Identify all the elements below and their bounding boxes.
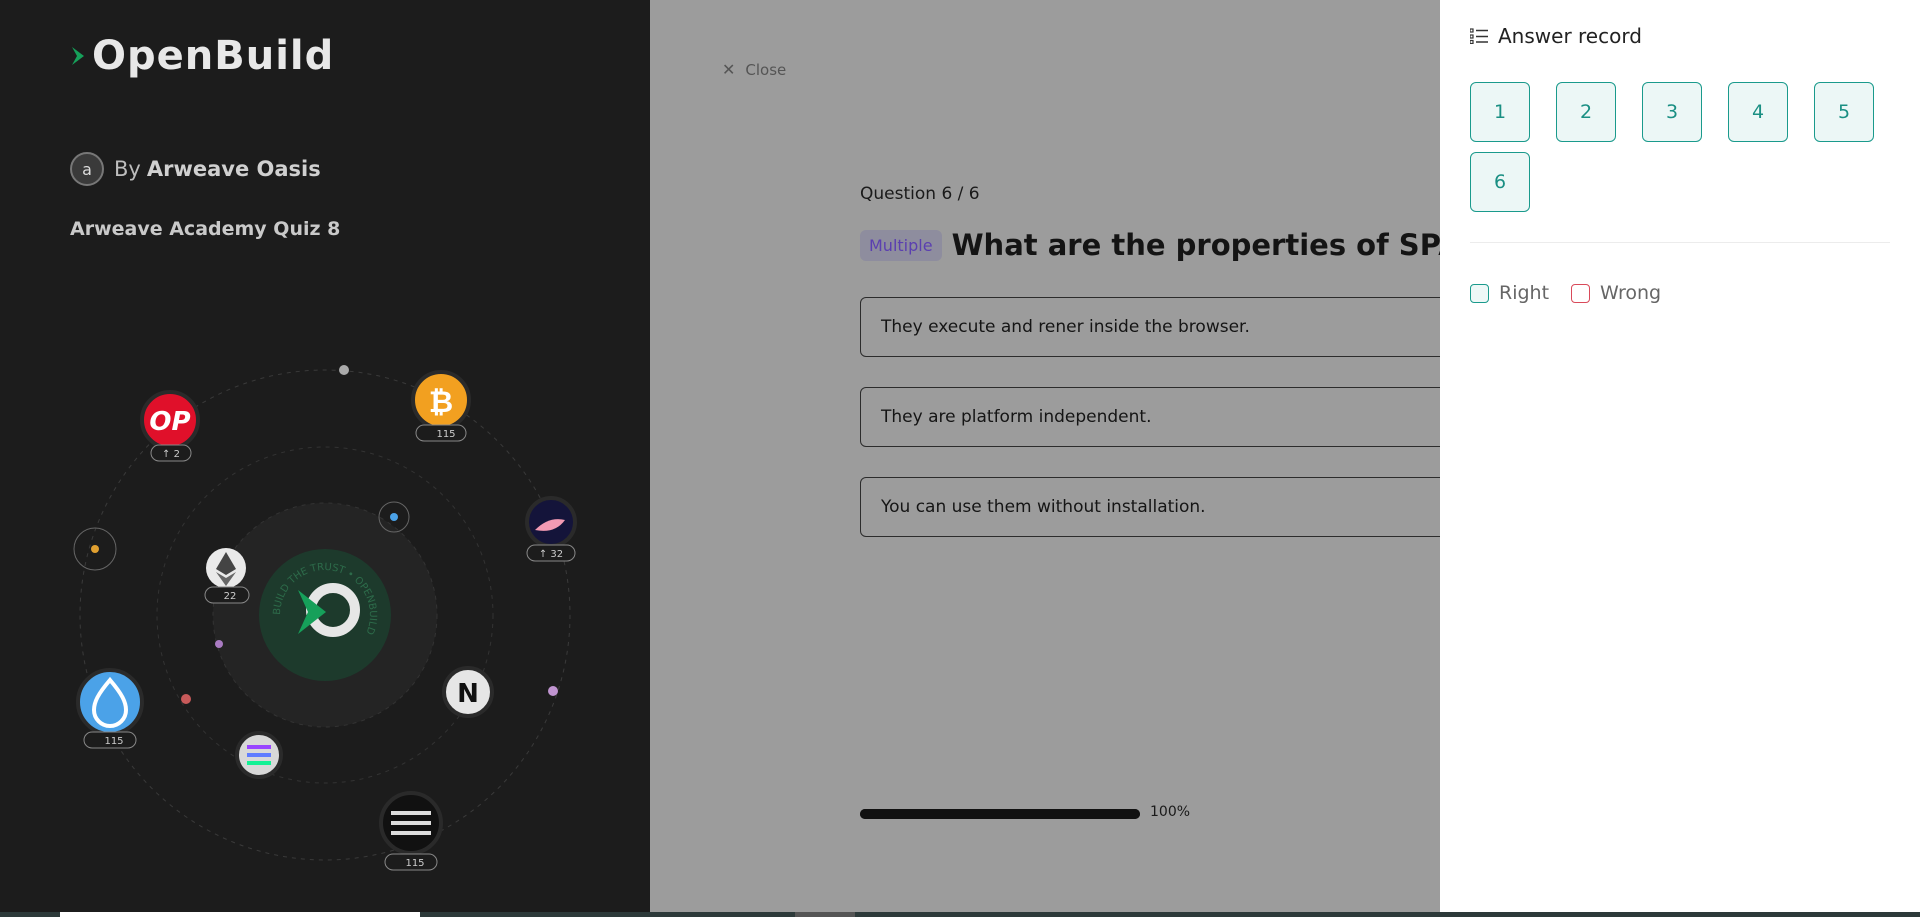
left-panel: OpenBuild a By Arweave Oasis Arweave Aca… xyxy=(0,0,650,917)
orbit-dot xyxy=(548,686,558,696)
answer-record-item[interactable]: 5 xyxy=(1814,82,1874,142)
orbit-dot xyxy=(390,513,398,521)
creator-avatar[interactable]: a xyxy=(70,152,104,186)
ethereum-badge: 22 xyxy=(224,591,237,602)
bottom-strip-segment xyxy=(60,912,420,917)
wrong-legend-swatch xyxy=(1571,283,1591,303)
bottom-strip xyxy=(0,912,1920,917)
creator-byline: a By Arweave Oasis xyxy=(70,152,321,186)
question-counter: Question 6 / 6 xyxy=(860,184,980,204)
right-legend-swatch xyxy=(1470,283,1489,303)
svg-text:₿: ₿ xyxy=(429,385,453,420)
quiz-overlay: ✕ Close Question 6 / 6 Multiple What are… xyxy=(650,0,1495,917)
answer-option[interactable]: You can use them without installation. xyxy=(860,477,1460,537)
openbuild-mark-icon xyxy=(72,47,84,65)
question-header: Multiple What are the properties of SPAs… xyxy=(860,228,1495,262)
drawer-title: Answer record xyxy=(1498,24,1642,48)
svg-text:OP: OP xyxy=(149,407,190,437)
wrong-legend-label: Wrong xyxy=(1600,282,1662,304)
divider xyxy=(1470,242,1890,243)
answer-record-item[interactable]: 1 xyxy=(1470,82,1530,142)
ecosystem-orbit: BUILD THE TRUST • OPENBUILD OP ↑ 2 ₿ 115… xyxy=(0,340,650,880)
creator-name[interactable]: Arweave Oasis xyxy=(147,157,321,181)
sui-badge: 115 xyxy=(104,736,123,747)
answer-legend: Right Wrong xyxy=(1470,282,1661,304)
aptos-badge: 115 xyxy=(405,858,424,869)
answer-record-item[interactable]: 4 xyxy=(1728,82,1788,142)
close-button[interactable]: ✕ Close xyxy=(722,60,786,79)
by-label: By xyxy=(114,157,141,181)
orbit-dot xyxy=(181,694,191,704)
op-badge: ↑ 2 xyxy=(162,449,180,460)
bitcoin-badge: 115 xyxy=(436,429,455,440)
svg-text:N: N xyxy=(457,679,479,709)
orbit-dot xyxy=(91,545,99,553)
orbit-graphic: BUILD THE TRUST • OPENBUILD OP ↑ 2 ₿ 115… xyxy=(73,365,577,871)
progress-label: 100% xyxy=(1150,804,1191,820)
logo-text: OpenBuild xyxy=(92,33,335,79)
list-icon xyxy=(1470,28,1488,44)
close-label: Close xyxy=(745,60,787,79)
openbuild-logo[interactable]: OpenBuild xyxy=(70,33,334,79)
question-type-tag: Multiple xyxy=(860,229,942,261)
answer-record-item[interactable]: 3 xyxy=(1642,82,1702,142)
answer-record-item[interactable]: 2 xyxy=(1556,82,1616,142)
progress-fill xyxy=(860,809,1140,819)
answer-record-drawer: Answer record 1 2 3 4 5 6 Right Wrong xyxy=(1440,0,1920,917)
starknet-badge: ↑ 32 xyxy=(539,549,563,560)
answer-record-item[interactable]: 6 xyxy=(1470,152,1530,212)
quiz-title: Arweave Academy Quiz 8 xyxy=(70,218,341,240)
right-legend-label: Right xyxy=(1499,282,1550,304)
drawer-header: Answer record xyxy=(1470,24,1642,48)
answer-option[interactable]: They are platform independent. xyxy=(860,387,1460,447)
answer-option[interactable]: They execute and rener inside the browse… xyxy=(860,297,1460,357)
orbit-dot xyxy=(215,640,223,648)
close-icon: ✕ xyxy=(722,60,736,79)
question-text: What are the properties of SPAs? xyxy=(951,228,1495,262)
bottom-strip-segment xyxy=(795,912,855,917)
orbit-dot xyxy=(339,365,349,375)
progress-bar xyxy=(860,809,1140,819)
